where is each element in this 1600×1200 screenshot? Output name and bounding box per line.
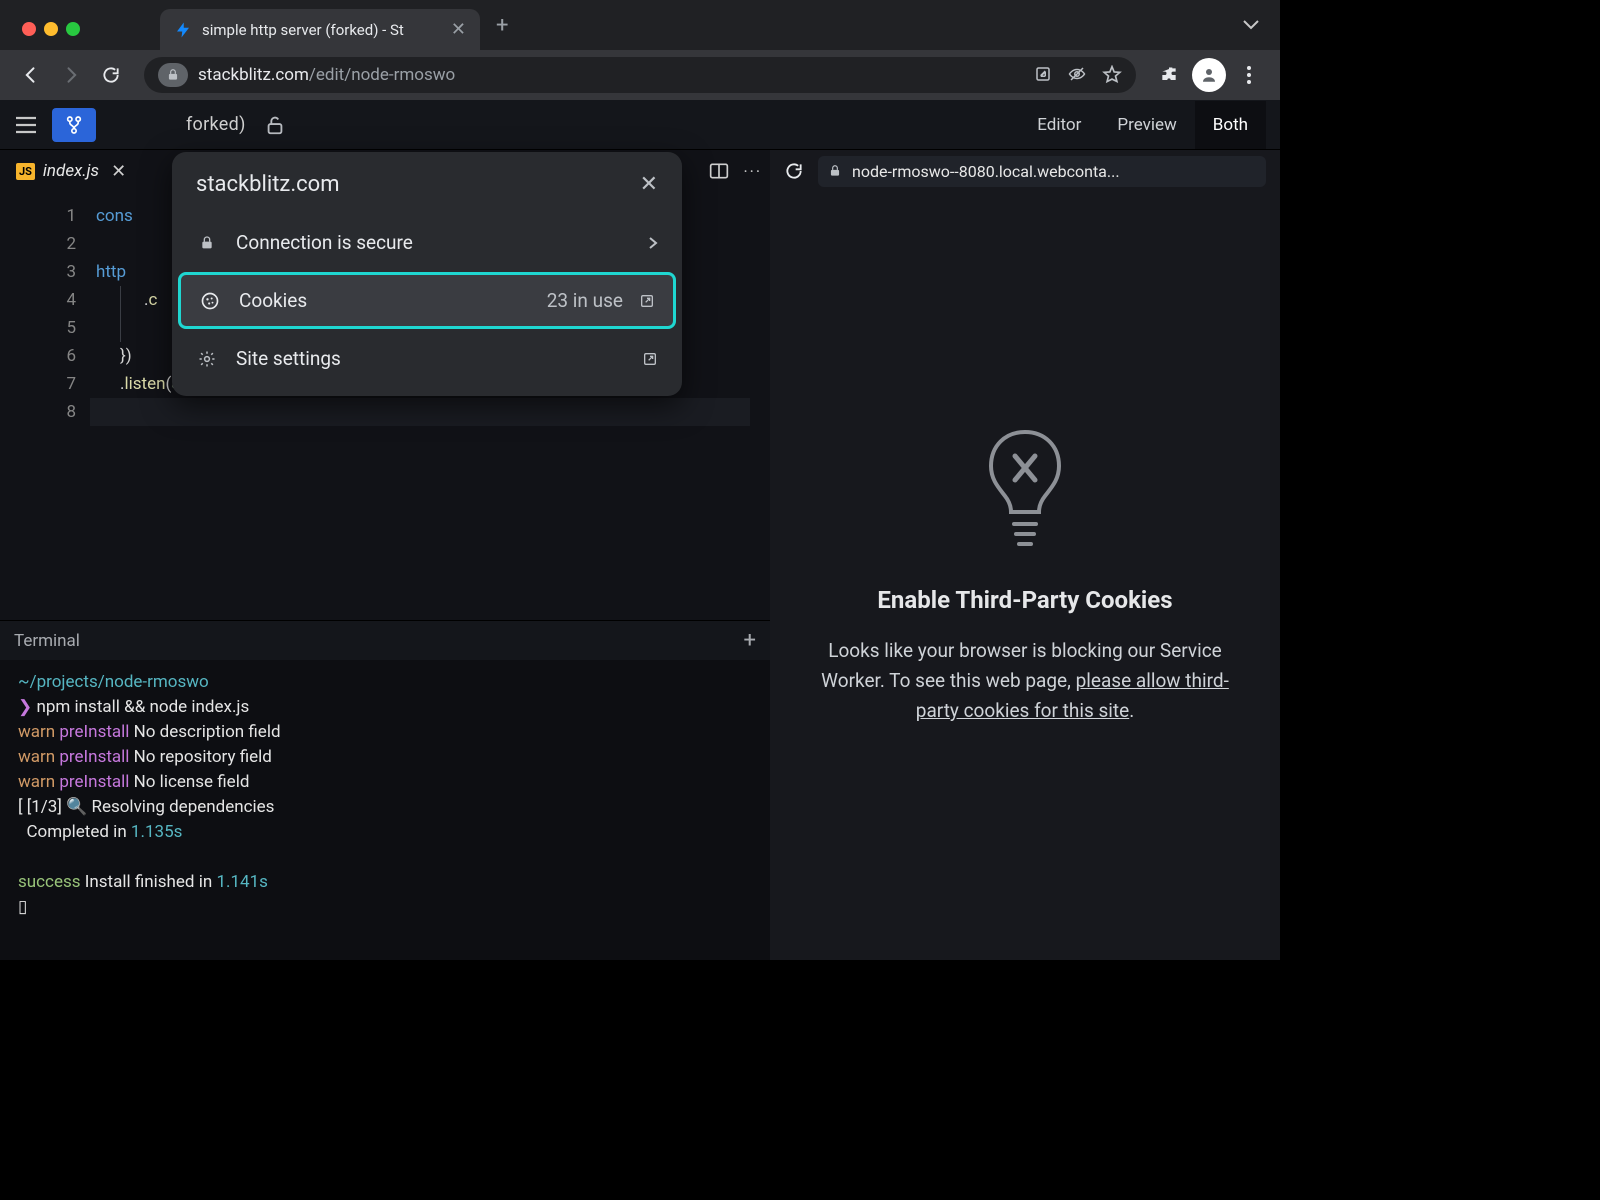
connection-label: Connection is secure [236,231,413,254]
gear-icon [196,350,218,368]
hamburger-icon[interactable] [14,115,38,135]
address-bar[interactable]: stackblitz.com/edit/node-rmoswo [144,57,1136,93]
current-line-highlight [90,398,750,426]
window-traffic-lights[interactable] [22,22,80,36]
preview-toolbar: node-rmoswo--8080.local.webconta... [770,150,1280,192]
preview-url: node-rmoswo--8080.local.webconta... [852,162,1120,181]
terminal-body[interactable]: ~/projects/node-rmoswo ❯ npm install && … [0,660,770,960]
bookmark-star-icon[interactable] [1102,65,1122,85]
forward-button[interactable] [54,58,88,92]
view-tab-both[interactable]: Both [1195,101,1266,149]
view-switcher: Editor Preview Both [1019,101,1266,149]
cookie-icon [199,291,221,311]
cookies-label: Cookies [239,289,307,312]
back-button[interactable] [14,58,48,92]
stackblitz-app: forked) Editor Preview Both JS index.js … [0,100,1280,960]
cookies-count: 23 in use [547,289,623,312]
stackblitz-icon [174,21,192,39]
site-settings-row[interactable]: Site settings [172,331,682,386]
popup-close-icon[interactable]: ✕ [640,172,658,197]
minimize-window[interactable] [44,22,58,36]
tab-close-icon[interactable]: ✕ [451,19,466,40]
site-info-popup: stackblitz.com ✕ Connection is secure Co… [172,152,682,396]
tab-strip: simple http server (forked) - St ✕ + [0,0,1280,50]
preview-address-bar[interactable]: node-rmoswo--8080.local.webconta... [818,156,1266,187]
js-file-icon: JS [16,163,35,180]
external-link-icon [642,351,658,367]
terminal-title: Terminal [14,631,80,651]
lock-icon [196,235,218,251]
install-app-icon[interactable] [1034,65,1052,85]
file-name: index.js [43,161,99,181]
preview-reload-icon[interactable] [784,161,804,181]
popup-domain: stackblitz.com [196,172,340,197]
tab-overflow-icon[interactable] [1242,19,1260,31]
view-tab-preview[interactable]: Preview [1099,101,1194,149]
reload-button[interactable] [94,58,128,92]
connection-secure-row[interactable]: Connection is secure [172,215,682,270]
terminal-header: Terminal + [0,620,770,660]
browser-toolbar: stackblitz.com/edit/node-rmoswo [0,50,1280,100]
file-tab-index-js[interactable]: JS index.js ✕ [8,155,134,188]
line-gutter: 12345678 [0,192,96,620]
chevron-right-icon [648,236,658,250]
split-editor-icon[interactable] [709,162,729,180]
new-terminal-icon[interactable]: + [744,628,756,653]
site-info-button[interactable] [158,63,188,87]
preview-pane: node-rmoswo--8080.local.webconta... Enab… [770,150,1280,960]
close-file-icon[interactable]: ✕ [111,161,126,182]
tab-title: simple http server (forked) - St [202,21,441,39]
profile-avatar[interactable] [1192,58,1226,92]
fork-button[interactable] [52,108,96,142]
view-tab-editor[interactable]: Editor [1019,101,1099,149]
browser-menu-icon[interactable] [1232,58,1266,92]
lock-open-icon[interactable] [264,114,286,136]
preview-heading: Enable Third-Party Cookies [877,586,1172,614]
site-settings-label: Site settings [236,347,341,370]
preview-message: Looks like your browser is blocking our … [800,636,1250,726]
extensions-icon[interactable] [1152,58,1186,92]
editor-more-icon[interactable]: ··· [743,162,762,181]
preview-content: Enable Third-Party Cookies Looks like yo… [770,192,1280,960]
app-header: forked) Editor Preview Both [0,100,1280,150]
maximize-window[interactable] [66,22,80,36]
eye-off-icon[interactable] [1066,65,1088,85]
project-name: forked) [186,114,246,135]
close-window[interactable] [22,22,36,36]
new-tab-button[interactable]: + [496,13,508,38]
url-text: stackblitz.com/edit/node-rmoswo [198,65,455,85]
lightbulb-x-icon [982,426,1068,556]
browser-tab[interactable]: simple http server (forked) - St ✕ [160,9,480,50]
cookies-row[interactable]: Cookies 23 in use [178,272,676,329]
external-link-icon [639,293,655,309]
